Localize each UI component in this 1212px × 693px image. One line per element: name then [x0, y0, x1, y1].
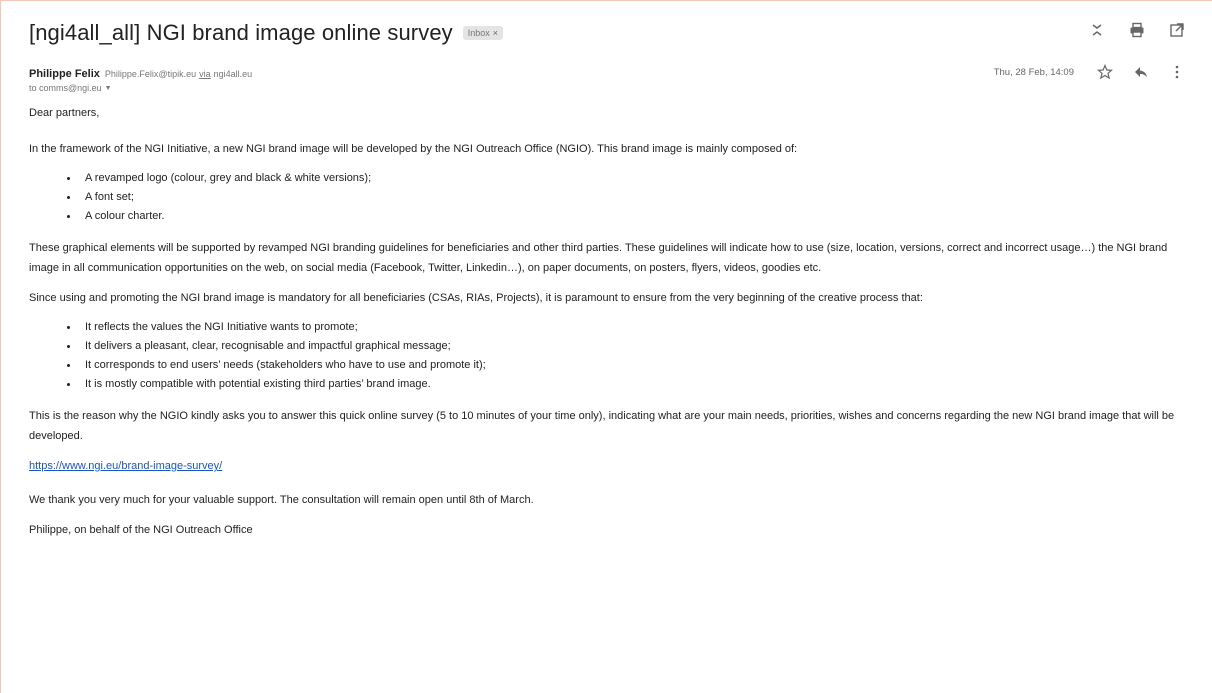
message-date: Thu, 28 Feb, 14:09: [993, 66, 1074, 78]
more-options-icon[interactable]: [1166, 61, 1188, 83]
remove-label-icon[interactable]: ×: [493, 28, 498, 38]
list-item: It delivers a pleasant, clear, recognisa…: [79, 337, 1188, 356]
recipient-text: to comms@ngi.eu: [29, 83, 102, 93]
greeting: Dear partners,: [29, 107, 100, 119]
email-view: [ngi4all_all] NGI brand image online sur…: [0, 0, 1212, 693]
sender-email: Philippe.Felix@tipik.eu: [104, 69, 197, 79]
via-link[interactable]: via: [199, 69, 211, 79]
message-actions: Thu, 28 Feb, 14:09: [994, 61, 1188, 83]
thread-actions: [1086, 19, 1188, 41]
thanks-paragraph: We thank you very much for your valuable…: [29, 494, 534, 506]
star-icon[interactable]: [1094, 61, 1116, 83]
sender-name[interactable]: Philippe Felix: [29, 68, 100, 80]
guidelines-paragraph: These graphical elements will be support…: [29, 242, 1168, 274]
signature: Philippe, on behalf of the NGI Outreach …: [29, 524, 253, 536]
list-address: ngi4all.eu: [213, 69, 253, 79]
list-item: It corresponds to end users’ needs (stak…: [79, 356, 1188, 375]
list-item: It is mostly compatible with potential e…: [79, 375, 1188, 394]
print-icon[interactable]: [1126, 19, 1148, 41]
list-item: A revamped logo (colour, grey and black …: [79, 169, 1188, 188]
open-in-new-window-icon[interactable]: [1166, 19, 1188, 41]
list-item: A font set;: [79, 188, 1188, 207]
mandatory-paragraph: Since using and promoting the NGI brand …: [29, 292, 923, 304]
email-subject: [ngi4all_all] NGI brand image online sur…: [29, 20, 453, 45]
list-item: A colour charter.: [79, 207, 1188, 226]
components-list: A revamped logo (colour, grey and black …: [29, 169, 1188, 226]
reason-paragraph: This is the reason why the NGIO kindly a…: [29, 410, 1175, 442]
expand-collapse-icon[interactable]: [1086, 19, 1108, 41]
requirements-list: It reflects the values the NGI Initiativ…: [29, 318, 1188, 394]
inbox-label-text: Inbox: [467, 28, 490, 38]
reply-icon[interactable]: [1130, 61, 1152, 83]
subject-row: [ngi4all_all] NGI brand image online sur…: [29, 17, 1188, 49]
recipients-row: to comms@ngi.eu ▼: [29, 83, 112, 93]
show-details-caret-icon[interactable]: ▼: [105, 85, 112, 92]
email-body: Dear partners, In the framework of the N…: [29, 103, 1188, 540]
survey-link[interactable]: https://www.ngi.eu/brand-image-survey/: [29, 456, 222, 476]
sender-row: Philippe Felix Philippe.Felix@tipik.eu v…: [29, 64, 1188, 83]
inbox-label[interactable]: Inbox ×: [462, 26, 504, 40]
list-item: It reflects the values the NGI Initiativ…: [79, 318, 1188, 337]
intro-paragraph: In the framework of the NGI Initiative, …: [29, 143, 798, 155]
